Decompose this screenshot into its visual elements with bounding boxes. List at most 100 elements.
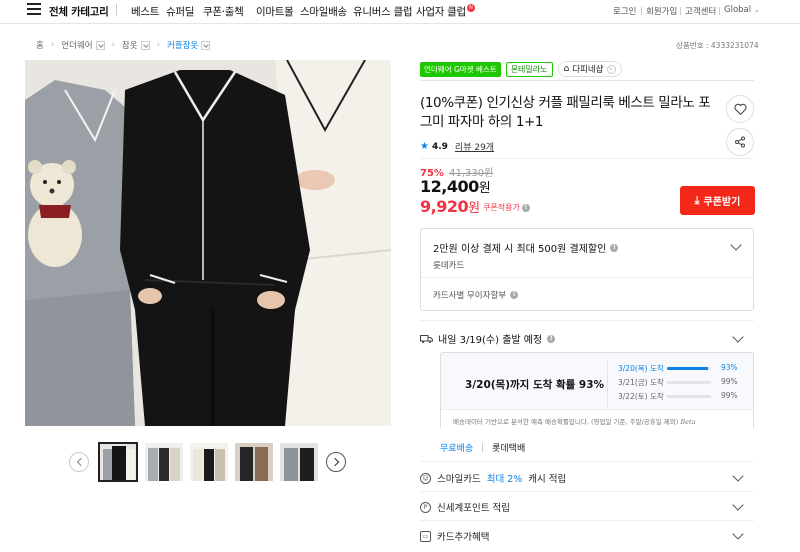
coupon-note: 쿠폰적용가 ! — [483, 202, 530, 213]
shinsegae-point-row[interactable]: P 신세계포인트 적립 — [420, 500, 510, 514]
divider — [420, 461, 754, 462]
nav-superdeal[interactable]: 슈퍼딜 — [166, 4, 194, 19]
all-categories-link[interactable]: 전체 카테고리 — [49, 4, 109, 19]
info-icon[interactable]: ! — [547, 334, 556, 343]
coupon-note-label: 쿠폰적용가 — [483, 203, 520, 212]
truck-icon — [420, 334, 433, 343]
product-main-image[interactable] — [25, 60, 391, 426]
chevron-down-icon: ⌄ — [753, 6, 760, 14]
carrier-tab[interactable]: 롯데택배 — [492, 441, 525, 454]
divider — [607, 361, 608, 407]
breadcrumb-home[interactable]: 홈 — [36, 39, 44, 51]
util-divider — [719, 7, 720, 15]
info-icon[interactable]: ! — [610, 243, 619, 252]
info-icon[interactable]: ! — [510, 291, 519, 299]
signup-link[interactable]: 회원가입 — [646, 5, 677, 17]
product-number: 상품번호 : 4333231074 — [676, 41, 759, 50]
nav-emartmall[interactable]: 이마트몰 — [256, 4, 294, 19]
breadcrumb-couple-sleepwear[interactable]: 커플잠옷 — [167, 39, 198, 51]
chevron-down-icon[interactable] — [732, 528, 744, 540]
thumbnail-next-button[interactable] — [326, 452, 346, 472]
arrival-progress-fill — [667, 381, 711, 384]
util-divider — [641, 7, 642, 15]
customer-center-link[interactable]: 고객센터 — [685, 5, 716, 17]
review-count-link[interactable]: 리뷰 29개 — [455, 140, 494, 153]
rating-score: 4.9 — [431, 141, 448, 152]
arrival-percent: 93% — [721, 363, 738, 372]
nav-coupon[interactable]: 쿠폰·출첵 — [203, 4, 244, 19]
shipping-header[interactable]: 내일 3/19(수) 출발 예정 ! — [420, 331, 556, 346]
share-button[interactable] — [726, 128, 754, 156]
installment-text: 카드사별 무이자할부 — [433, 291, 507, 301]
coupon-price: 9,920원 — [420, 197, 480, 216]
thumbnail-image — [235, 443, 273, 481]
thumbnail[interactable] — [190, 443, 228, 481]
hamburger-menu-icon[interactable] — [27, 3, 41, 15]
divider — [420, 80, 754, 81]
nav-business-club[interactable]: 사업자 클럽 N — [416, 4, 475, 19]
thumbnail[interactable] — [235, 443, 273, 481]
smilecard-label: 스마일카드 — [437, 474, 481, 485]
card-discount-row[interactable]: 2만원 이상 결제 시 최대 500원 결제할인 ! — [433, 240, 619, 255]
chevron-down-icon[interactable] — [95, 40, 105, 50]
get-coupon-button[interactable]: ⤓ 쿠폰받기 — [680, 186, 755, 215]
new-badge: N — [466, 4, 475, 12]
breadcrumb-separator: › — [111, 40, 115, 50]
top-nav: 전체 카테고리 베스트 슈퍼딜 쿠폰·출첵 이마트몰 스마일배송 유니버스 클럽… — [0, 0, 800, 24]
nav-divider — [116, 4, 117, 16]
store-name: 다피네샵 — [572, 65, 604, 75]
rating: ★ 4.9 리뷰 29개 — [420, 140, 494, 153]
global-link[interactable]: Global ⌄ — [724, 5, 760, 15]
nav-universe-club[interactable]: 유니버스 클럽 — [353, 4, 413, 19]
seller-badge[interactable]: 몬테밀라노 — [505, 61, 553, 77]
shipping-departure: 내일 3/19(수) 출발 예정 — [438, 335, 543, 346]
divider — [482, 443, 484, 452]
delivery-note-footer: 배송데이터 기반으로 분석한 예측 배송확률입니다. (영업일 기준, 주말/공… — [441, 409, 753, 430]
share-icon — [735, 136, 745, 148]
point-icon: P — [420, 501, 431, 513]
thumbnail[interactable] — [98, 442, 138, 482]
arrival-day-label: 3/21(금) 도착 — [618, 378, 664, 387]
card-extra-label: 카드추가혜택 — [437, 532, 490, 543]
divider — [421, 277, 753, 278]
global-label: Global — [724, 5, 752, 15]
store-link[interactable]: ⌂ 다피네샵 › — [557, 61, 622, 77]
breadcrumb-sleepwear[interactable]: 잠옷 — [122, 39, 138, 51]
smilecard-suffix: 캐시 적립 — [528, 474, 567, 485]
card-extra-benefit-row[interactable]: ▭ 카드추가혜택 — [420, 529, 489, 543]
chevron-down-icon[interactable] — [730, 239, 742, 251]
pajama-models-illustration — [25, 60, 391, 426]
heart-icon — [733, 103, 747, 115]
arrival-percent: 99% — [721, 391, 738, 400]
thumbnail[interactable] — [280, 443, 318, 481]
login-link[interactable]: 로그인 — [613, 5, 636, 17]
gmarket-best-badge[interactable]: 언더웨어 G마켓 베스트 — [420, 61, 501, 77]
credit-card-icon: ▭ — [420, 530, 431, 542]
thumbnail-prev-button[interactable] — [69, 452, 89, 472]
nav-smile-delivery[interactable]: 스마일배송 — [300, 4, 347, 19]
sale-price: 12,400원 — [420, 177, 491, 196]
installment-row[interactable]: 카드사별 무이자할부 ! — [433, 289, 519, 301]
chevron-down-icon[interactable] — [732, 470, 744, 482]
arrival-day-label: 3/20(목) 도착 — [618, 364, 664, 373]
arrival-progress-bar — [667, 395, 711, 398]
shinsegae-point-label: 신세계포인트 적립 — [437, 503, 510, 514]
free-shipping-tab[interactable]: 무료배송 — [440, 441, 473, 454]
product-title: (10%쿠폰) 인기신상 커플 패밀리룩 베스트 밀라노 포그미 파자마 하의 … — [420, 95, 711, 130]
breadcrumb-separator: › — [50, 40, 55, 50]
thumbnail[interactable] — [145, 443, 183, 481]
nav-best[interactable]: 베스트 — [131, 4, 159, 19]
seller-badges: 언더웨어 G마켓 베스트 몬테밀라노 ⌂ 다피네샵 › — [420, 61, 622, 77]
chevron-down-icon[interactable] — [201, 40, 211, 50]
card-benefit-box: 2만원 이상 결제 시 최대 500원 결제할인 ! 롯데카드 카드사별 무이자… — [420, 228, 754, 311]
info-icon[interactable]: ! — [521, 203, 530, 212]
chevron-down-icon[interactable] — [732, 331, 744, 343]
smilecard-benefit-row[interactable]: ☺ 스마일카드 최대 2% 캐시 적립 — [420, 471, 566, 485]
chevron-down-icon[interactable] — [732, 499, 744, 511]
nav-business-club-label: 사업자 클럽 — [416, 6, 466, 18]
chevron-down-icon[interactable] — [140, 40, 150, 50]
breadcrumb-underwear[interactable]: 언더웨어 — [61, 39, 92, 51]
arrival-day-label: 3/22(토) 도착 — [618, 392, 664, 401]
wishlist-button[interactable] — [726, 95, 754, 123]
divider — [420, 158, 754, 159]
